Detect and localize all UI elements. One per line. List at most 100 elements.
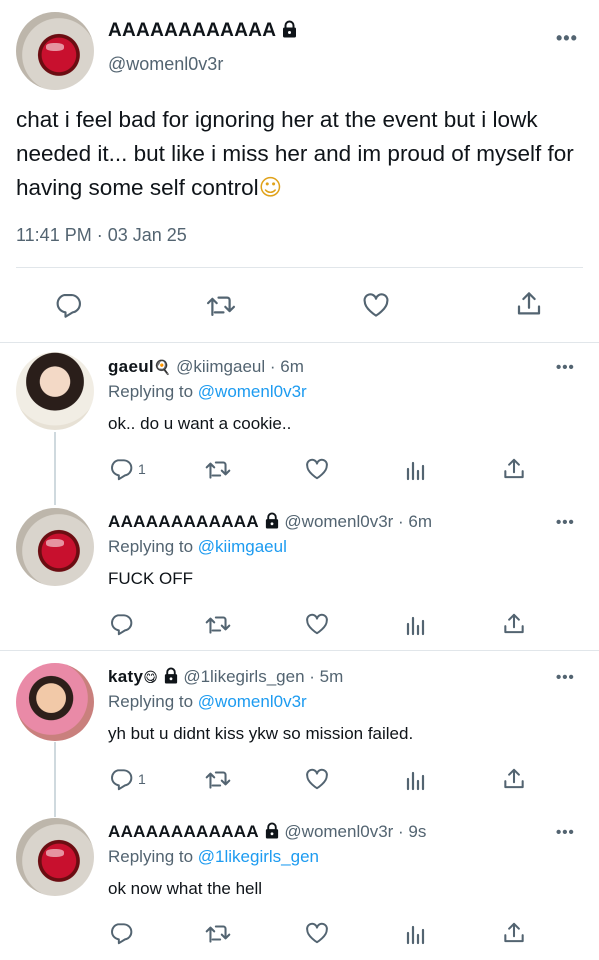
reply-icon — [111, 614, 133, 636]
avatar[interactable] — [16, 818, 94, 896]
avatar[interactable] — [16, 352, 94, 430]
like-button[interactable] — [304, 611, 330, 637]
like-button[interactable] — [304, 766, 330, 792]
display-name[interactable]: gaeul — [108, 357, 154, 376]
author-line: AAAAAAAAAAAA — [108, 20, 298, 43]
reply-tweet: gaeul🍳 @kiimgaeul · 6m ••• Replying to @… — [0, 343, 599, 493]
retweet-icon — [205, 461, 231, 479]
share-button[interactable] — [514, 289, 544, 319]
retweet-icon — [205, 925, 231, 943]
lock-icon — [281, 20, 298, 43]
views-icon — [406, 925, 425, 945]
views-button[interactable] — [404, 458, 428, 482]
retweet-button[interactable] — [204, 766, 232, 792]
replying-to-handle[interactable]: @1likegirls_gen — [198, 847, 319, 866]
share-button[interactable] — [501, 766, 527, 792]
retweet-icon — [206, 296, 236, 316]
author-handle[interactable]: @1likegirls_gen — [183, 667, 304, 686]
replying-to-handle[interactable]: @womenl0v3r — [198, 382, 307, 401]
retweet-button[interactable] — [204, 456, 232, 482]
replying-to-handle[interactable]: @womenl0v3r — [198, 692, 307, 711]
reply-button[interactable]: 1 — [108, 766, 146, 792]
like-icon — [306, 613, 328, 635]
like-icon — [306, 458, 328, 480]
more-icon[interactable]: ••• — [556, 359, 575, 376]
display-name[interactable]: AAAAAAAAAAAA — [108, 20, 276, 41]
views-button[interactable] — [404, 922, 428, 946]
like-button[interactable] — [304, 920, 330, 946]
share-button[interactable] — [501, 920, 527, 946]
lock-icon — [264, 512, 280, 534]
reply-icon — [56, 293, 81, 318]
reply-text: ok.. do u want a cookie.. — [108, 414, 292, 433]
retweet-icon — [205, 771, 231, 789]
views-icon — [406, 616, 425, 636]
reply-icon — [111, 769, 133, 791]
author-handle[interactable]: @womenl0v3r — [284, 512, 393, 531]
retweet-button[interactable] — [204, 920, 232, 946]
like-icon — [363, 293, 389, 317]
retweet-button[interactable] — [205, 290, 237, 320]
tweet-text: chat i feel bad for ignoring her at the … — [16, 103, 586, 205]
reply-time[interactable]: · 6m — [398, 512, 432, 531]
display-name[interactable]: AAAAAAAAAAAA — [108, 822, 259, 841]
author-handle[interactable]: @kiimgaeul — [176, 357, 265, 376]
more-icon[interactable]: ••• — [556, 514, 575, 531]
name-emoji: 😋 — [143, 670, 158, 686]
replying-to: Replying to @womenl0v3r — [108, 382, 307, 402]
views-button[interactable] — [404, 768, 428, 792]
reply-tweet: AAAAAAAAAAAA @womenl0v3r · 9s ••• Replyi… — [0, 808, 599, 958]
author-handle[interactable]: @womenl0v3r — [284, 822, 393, 841]
replying-prefix: Replying to — [108, 537, 198, 556]
reply-tweet: AAAAAAAAAAAA @womenl0v3r · 6m ••• Replyi… — [0, 498, 599, 648]
reply-button[interactable]: 1 — [108, 456, 146, 482]
reply-time[interactable]: · 6m — [270, 357, 304, 376]
share-icon — [517, 292, 541, 315]
replying-prefix: Replying to — [108, 692, 198, 711]
replying-to: Replying to @kiimgaeul — [108, 537, 287, 557]
reply-header: AAAAAAAAAAAA @womenl0v3r · 6m — [108, 512, 432, 534]
reply-button[interactable] — [108, 920, 138, 946]
replying-to: Replying to @womenl0v3r — [108, 692, 307, 712]
more-icon[interactable]: ••• — [556, 28, 578, 49]
reply-text: FUCK OFF — [108, 569, 193, 588]
share-button[interactable] — [501, 456, 527, 482]
reply-tweet: katy😋 @1likegirls_gen · 5m ••• Replying … — [0, 653, 599, 805]
retweet-icon — [205, 616, 231, 634]
reply-text: yh but u didnt kiss ykw so mission faile… — [108, 724, 414, 743]
like-button[interactable] — [304, 456, 330, 482]
reply-count: 1 — [138, 771, 146, 787]
replying-prefix: Replying to — [108, 847, 198, 866]
share-button[interactable] — [501, 611, 527, 637]
replying-to-handle[interactable]: @kiimgaeul — [198, 537, 287, 556]
display-name[interactable]: katy — [108, 667, 143, 686]
tweet-timestamp[interactable]: 11:41 PM · 03 Jan 25 — [16, 225, 187, 246]
views-button[interactable] — [404, 613, 428, 637]
avatar[interactable] — [16, 663, 94, 741]
reply-header: katy😋 @1likegirls_gen · 5m — [108, 667, 343, 689]
avatar[interactable] — [16, 508, 94, 586]
retweet-button[interactable] — [204, 611, 232, 637]
tweet-text-content: chat i feel bad for ignoring her at the … — [16, 107, 574, 200]
like-icon — [306, 922, 328, 944]
more-icon[interactable]: ••• — [556, 824, 575, 841]
reply-time[interactable]: · 5m — [309, 667, 343, 686]
views-icon — [406, 461, 425, 481]
like-button[interactable] — [361, 290, 391, 320]
avatar[interactable] — [16, 12, 94, 90]
reply-time[interactable]: · 9s — [398, 822, 426, 841]
reply-icon — [111, 923, 133, 945]
reply-button[interactable] — [53, 290, 83, 320]
display-name[interactable]: AAAAAAAAAAAA — [108, 512, 259, 531]
reply-button[interactable] — [108, 611, 138, 637]
share-icon — [504, 922, 524, 943]
reply-text: ok now what the hell — [108, 879, 263, 898]
reply-header: AAAAAAAAAAAA @womenl0v3r · 9s — [108, 822, 426, 844]
replying-to: Replying to @1likegirls_gen — [108, 847, 319, 867]
more-icon[interactable]: ••• — [556, 669, 575, 686]
main-tweet: AAAAAAAAAAAA @womenl0v3r ••• chat i feel… — [0, 0, 599, 342]
share-icon — [504, 613, 524, 634]
replying-prefix: Replying to — [108, 382, 198, 401]
author-handle[interactable]: @womenl0v3r — [108, 54, 223, 75]
views-icon — [406, 771, 425, 791]
